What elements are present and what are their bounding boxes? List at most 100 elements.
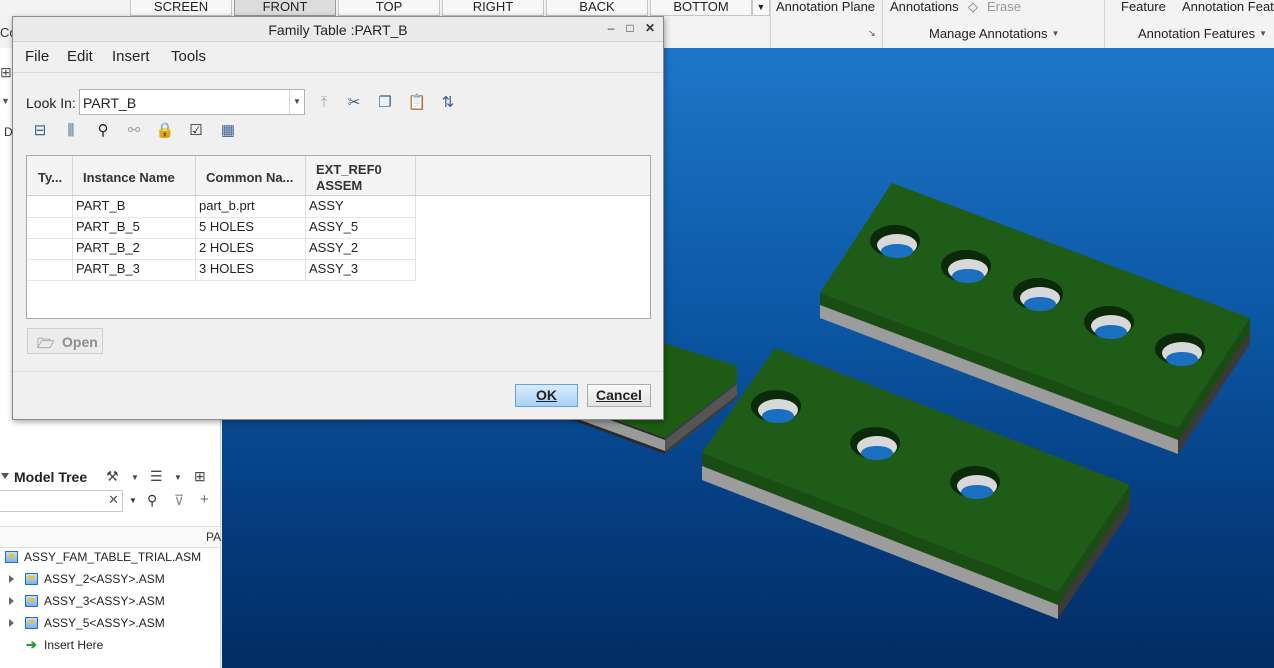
model-tree-title: Model Tree [14, 469, 88, 485]
tree-item-assy-2[interactable]: ASSY_2<ASSY>.ASM [0, 568, 220, 590]
tree-settings-icon[interactable]: ⊞ [194, 468, 206, 485]
maximize-icon[interactable]: □ [622, 20, 638, 36]
chevron-down-icon[interactable]: ▼ [289, 90, 304, 114]
manage-annotations-group[interactable]: Manage Annotations ▼ [929, 26, 1059, 42]
annotations-button[interactable]: Annotations [890, 0, 959, 14]
view-screen-button[interactable]: SCREEN [130, 0, 232, 16]
tree-item-assy-5[interactable]: ASSY_5<ASSY>.ASM [0, 612, 220, 634]
clear-icon[interactable]: ✕ [108, 492, 119, 508]
ok-button[interactable]: OK [515, 384, 578, 407]
verify-icon[interactable]: ☑ [185, 120, 207, 142]
cell-instance-name[interactable]: PART_B_5 [73, 217, 196, 238]
layer-tree-icon[interactable]: ⊞ [0, 64, 12, 81]
dialog-title-bar[interactable]: Family Table :PART_B – □ ✕ [13, 17, 663, 42]
column-header-type[interactable]: Ty... [27, 156, 73, 195]
erase-button[interactable]: Erase [987, 0, 1021, 14]
assembly-icon [25, 573, 38, 585]
tree-item-label: ASSY_5<ASSY>.ASM [44, 616, 165, 630]
lock-icon[interactable]: 🔒 [154, 120, 176, 142]
view-bottom-button[interactable]: BOTTOM [650, 0, 752, 16]
cell-common-name[interactable]: 2 HOLES [196, 238, 306, 259]
add-icon[interactable]: + [200, 491, 209, 508]
tools-icon[interactable]: ⚒ [106, 468, 119, 485]
cancel-button[interactable]: Cancel [587, 384, 651, 407]
insert-row-icon[interactable]: ⊟ [29, 120, 51, 142]
views-dropdown-icon[interactable]: ▼ [752, 0, 770, 16]
group-launcher-icon[interactable]: ↘ [868, 28, 876, 38]
expand-icon[interactable] [9, 575, 14, 583]
feature-button[interactable]: Feature [1121, 0, 1166, 14]
look-in-label: Look In: [26, 95, 76, 111]
annotation-plane-button[interactable]: Annotation Plane [776, 0, 875, 14]
table-row[interactable]: PART_B_3 3 HOLES ASSY_3 [27, 259, 416, 281]
cell-instance-name[interactable]: PART_B_2 [73, 238, 196, 259]
minimize-icon[interactable]: – [603, 20, 619, 36]
footer-divider [13, 371, 663, 372]
sort-icon[interactable]: ⇅ [437, 92, 459, 114]
view-front-button[interactable]: FRONT [234, 0, 336, 16]
paste-icon[interactable]: 📋 [406, 92, 428, 114]
cell-ext-ref[interactable]: ASSY_5 [306, 217, 416, 238]
menu-insert[interactable]: Insert [112, 48, 150, 65]
preview-icon[interactable]: ⚯ [123, 120, 145, 142]
table-row[interactable]: PART_B_5 5 HOLES ASSY_5 [27, 217, 416, 239]
cancel-label: Cancel [596, 387, 642, 403]
open-button[interactable]: 🗁 Open [27, 328, 103, 354]
model-tree-search-input[interactable]: ✕ [0, 490, 123, 512]
cell-type[interactable] [27, 259, 73, 280]
assembly-icon [5, 551, 18, 563]
cell-common-name[interactable]: 3 HOLES [196, 259, 306, 280]
view-top-button[interactable]: TOP [338, 0, 440, 16]
tree-item-root[interactable]: ASSY_FAM_TABLE_TRIAL.ASM [0, 546, 220, 568]
chevron-down-icon[interactable]: ▼ [1, 96, 10, 106]
expand-icon[interactable] [9, 619, 14, 627]
column-header-ext-ref[interactable]: EXT_REF0 ASSEM [306, 156, 416, 195]
tree-item-label: ASSY_FAM_TABLE_TRIAL.ASM [24, 550, 202, 564]
cell-type[interactable] [27, 217, 73, 238]
chevron-down-icon[interactable]: ▼ [174, 473, 182, 482]
view-right-button[interactable]: RIGHT [442, 0, 544, 16]
cell-ext-ref[interactable]: ASSY_3 [306, 259, 416, 280]
table-row[interactable]: PART_B part_b.prt ASSY [27, 196, 416, 218]
insert-arrow-icon: ➔ [26, 637, 37, 652]
expand-icon[interactable] [9, 597, 14, 605]
annotation-feature-button[interactable]: Annotation Feat [1182, 0, 1274, 14]
assembly-icon [25, 617, 38, 629]
filter-icon[interactable]: ⊽ [174, 492, 184, 509]
cell-type[interactable] [27, 196, 73, 217]
cell-ext-ref[interactable]: ASSY [306, 196, 416, 217]
tree-item-label: ASSY_2<ASSY>.ASM [44, 572, 165, 586]
annotation-features-group[interactable]: Annotation Features ▼ [1138, 26, 1267, 42]
cell-common-name[interactable]: part_b.prt [196, 196, 306, 217]
chevron-down-icon[interactable]: ▼ [131, 473, 139, 482]
column-header-instance-name[interactable]: Instance Name [73, 156, 196, 195]
view-back-button[interactable]: BACK [546, 0, 648, 16]
binoculars-icon[interactable]: ⚲ [147, 492, 157, 509]
chevron-down-icon[interactable]: ▼ [129, 496, 137, 505]
menu-edit[interactable]: Edit [67, 48, 93, 65]
show-icon[interactable]: ☰ [150, 468, 163, 485]
column-fragment: PA [206, 530, 222, 544]
cell-ext-ref[interactable]: ASSY_2 [306, 238, 416, 259]
cell-common-name[interactable]: 5 HOLES [196, 217, 306, 238]
copy-icon[interactable]: ❐ [374, 92, 396, 114]
tree-item-assy-3[interactable]: ASSY_3<ASSY>.ASM [0, 590, 220, 612]
cell-instance-name[interactable]: PART_B [73, 196, 196, 217]
open-label: Open [62, 334, 98, 350]
up-level-icon[interactable]: ⤒ [313, 92, 335, 114]
menu-file[interactable]: File [25, 48, 49, 65]
tree-item-insert-here[interactable]: ➔ Insert Here [0, 634, 220, 656]
collapse-icon[interactable] [1, 473, 9, 479]
assembly-icon [25, 595, 38, 607]
cell-instance-name[interactable]: PART_B_3 [73, 259, 196, 280]
table-icon[interactable]: ▦ [217, 120, 239, 142]
look-in-select[interactable]: PART_B ▼ [79, 89, 305, 115]
close-icon[interactable]: ✕ [642, 20, 658, 36]
table-row[interactable]: PART_B_2 2 HOLES ASSY_2 [27, 238, 416, 260]
binoculars-icon[interactable]: ⚲ [92, 120, 114, 142]
add-column-icon[interactable]: ⫼ [60, 120, 82, 142]
cell-type[interactable] [27, 238, 73, 259]
cut-icon[interactable]: ✂ [343, 92, 365, 114]
menu-tools[interactable]: Tools [171, 48, 206, 65]
column-header-common-name[interactable]: Common Na... [196, 156, 306, 195]
